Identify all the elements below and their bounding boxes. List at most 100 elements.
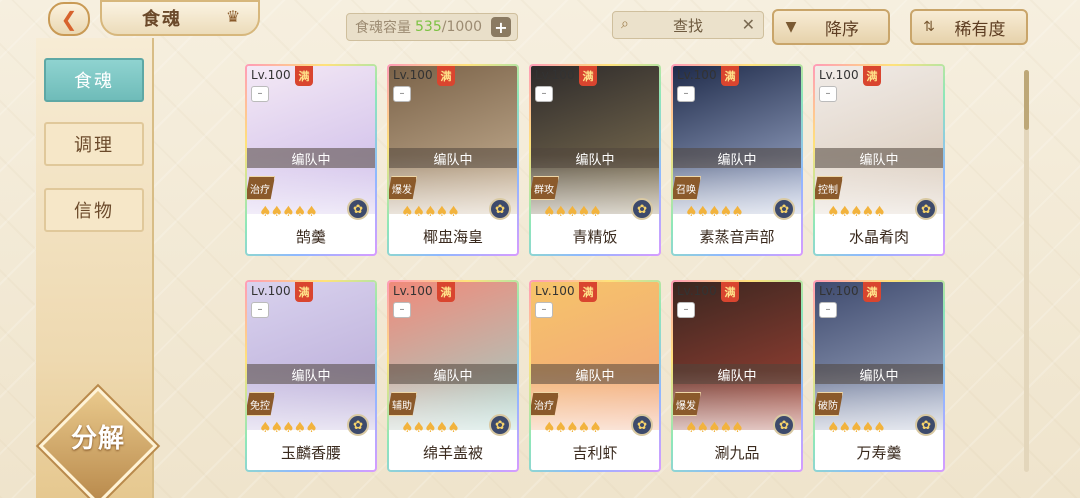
role-badge: 治疗 xyxy=(247,176,275,200)
star-rating: ♠♠♠♠♠ xyxy=(543,420,602,436)
food-soul-card[interactable]: Lv.100 满 – 编队中 破防 ♠♠♠♠♠ ✿ 万寿羹 xyxy=(813,280,945,472)
star-rating: ♠♠♠♠♠ xyxy=(259,204,318,220)
sort-rarity-button[interactable]: ⇅ 稀有度 xyxy=(910,9,1028,45)
decompose-label[interactable]: 分解 xyxy=(56,418,140,454)
page-title: 食魂 xyxy=(142,9,182,30)
in-team-label: 编队中 xyxy=(389,364,517,384)
lock-icon[interactable]: – xyxy=(535,302,553,318)
role-badge: 免控 xyxy=(247,392,275,416)
in-team-label: 编队中 xyxy=(815,148,943,168)
lock-icon[interactable]: – xyxy=(251,302,269,318)
sidebar-tab-cuisine[interactable]: 调理 xyxy=(44,122,144,166)
role-badge: 辅助 xyxy=(389,392,417,416)
food-soul-card[interactable]: Lv.100 满 – 编队中 爆发 ♠♠♠♠♠ ✿ 涮九品 xyxy=(671,280,803,472)
level-label: Lv.100 xyxy=(677,68,717,82)
role-badge: 治疗 xyxy=(531,392,559,416)
lock-icon[interactable]: – xyxy=(393,86,411,102)
element-icon: ✿ xyxy=(347,198,369,220)
lock-icon[interactable]: – xyxy=(535,86,553,102)
capacity-current: 535 xyxy=(415,19,442,35)
character-name: 青精饭 xyxy=(531,220,659,252)
food-soul-card[interactable]: Lv.100 满 – 编队中 爆发 ♠♠♠♠♠ ✿ 椰盅海皇 xyxy=(387,64,519,256)
triangle-down-icon: ▼ xyxy=(785,19,797,35)
in-team-label: 编队中 xyxy=(531,148,659,168)
search-button[interactable]: ⌕ 查找 ✕ xyxy=(612,11,764,39)
food-soul-card[interactable]: Lv.100 满 – 编队中 治疗 ♠♠♠♠♠ ✿ 吉利虾 xyxy=(529,280,661,472)
food-soul-card[interactable]: Lv.100 满 – 编队中群攻 ♠♠♠♠♠ ✿ 青精饭 xyxy=(529,64,661,256)
sidebar-tab-label: 食魂 xyxy=(74,71,114,92)
character-name: 涮九品 xyxy=(673,436,801,468)
food-soul-card[interactable]: Lv.100 满 – 编队中 控制 ♠♠♠♠♠ ✿ 水晶肴肉 xyxy=(813,64,945,256)
star-rating: ♠♠♠♠♠ xyxy=(685,204,744,220)
sort-order-label: 降序 xyxy=(825,19,859,40)
element-icon: ✿ xyxy=(631,414,653,436)
clear-icon[interactable]: ✕ xyxy=(742,15,755,34)
star-rating: ♠♠♠♠♠ xyxy=(543,204,602,220)
in-team-label: 编队中 xyxy=(673,148,801,168)
sidebar-tab-food-soul[interactable]: 食魂 xyxy=(44,58,144,102)
sidebar-tab-label: 信物 xyxy=(74,201,114,222)
element-icon: ✿ xyxy=(347,414,369,436)
swap-icon: ⇅ xyxy=(923,19,935,35)
in-team-label: 编队中 xyxy=(247,148,375,168)
character-name: 椰盅海皇 xyxy=(389,220,517,252)
top-bar: ❮ 食魂 ♛ 食魂容量 535 /1000 + ⌕ 查找 ✕ ▼ 降序 ⇅ 稀有… xyxy=(0,0,1080,52)
level-label: Lv.100 xyxy=(535,68,575,82)
lock-icon[interactable]: – xyxy=(393,302,411,318)
food-soul-card[interactable]: Lv.100 满 – 编队中 治疗 ♠♠♠♠♠ ✿ 鹄羹 xyxy=(245,64,377,256)
lock-icon[interactable]: – xyxy=(677,302,695,318)
character-name: 玉麟香腰 xyxy=(247,436,375,468)
capacity-label: 食魂容量 xyxy=(355,20,411,36)
level-label: Lv.100 xyxy=(819,284,859,298)
max-level-badge: 满 xyxy=(721,66,739,86)
in-team-label: 编队中 xyxy=(815,364,943,384)
back-button[interactable]: ❮ xyxy=(48,2,90,36)
max-level-badge: 满 xyxy=(295,66,313,86)
food-soul-card[interactable]: Lv.100 满 – 编队中 免控 ♠♠♠♠♠ ✿ 玉麟香腰 xyxy=(245,280,377,472)
character-name: 绵羊盖被 xyxy=(389,436,517,468)
food-soul-card[interactable]: Lv.100 满 – 编队中 召唤 ♠♠♠♠♠ ✿ 素蒸音声部 xyxy=(671,64,803,256)
role-badge: 爆发 xyxy=(673,392,701,416)
star-rating: ♠♠♠♠♠ xyxy=(259,420,318,436)
level-label: Lv.100 xyxy=(819,68,859,82)
level-label: Lv.100 xyxy=(251,284,291,298)
sort-rarity-label: 稀有度 xyxy=(954,19,1006,40)
character-name: 素蒸音声部 xyxy=(673,220,801,252)
role-badge: 破防 xyxy=(815,392,843,416)
lock-icon[interactable]: – xyxy=(819,86,837,102)
max-level-badge: 满 xyxy=(437,282,455,302)
sidebar-tab-label: 调理 xyxy=(74,135,114,156)
food-soul-grid: Lv.100 满 – 编队中 治疗 ♠♠♠♠♠ ✿ 鹄羹 Lv.100 满 – 编队中 爆发 ♠♠♠♠♠ ✿… xyxy=(245,64,945,474)
max-level-badge: 满 xyxy=(579,66,597,86)
capacity-max: /1000 xyxy=(441,19,483,35)
sidebar-tab-token[interactable]: 信物 xyxy=(44,188,144,232)
max-level-badge: 满 xyxy=(863,282,881,302)
max-level-badge: 满 xyxy=(721,282,739,302)
level-label: Lv.100 xyxy=(535,284,575,298)
star-rating: ♠♠♠♠♠ xyxy=(401,420,460,436)
element-icon: ✿ xyxy=(489,414,511,436)
lock-icon[interactable]: – xyxy=(677,86,695,102)
element-icon: ✿ xyxy=(773,198,795,220)
role-badge: 控制 xyxy=(815,176,843,200)
scrollbar-thumb[interactable] xyxy=(1024,70,1029,130)
max-level-badge: 满 xyxy=(863,66,881,86)
in-team-label: 编队中 xyxy=(247,364,375,384)
food-soul-card[interactable]: Lv.100 满 – 编队中 辅助 ♠♠♠♠♠ ✿ 绵羊盖被 xyxy=(387,280,519,472)
lock-icon[interactable]: – xyxy=(819,302,837,318)
expand-capacity-button[interactable]: + xyxy=(491,17,511,37)
search-icon: ⌕ xyxy=(621,16,629,32)
level-label: Lv.100 xyxy=(251,68,291,82)
element-icon: ✿ xyxy=(773,414,795,436)
level-label: Lv.100 xyxy=(393,68,433,82)
sort-order-button[interactable]: ▼ 降序 xyxy=(772,9,890,45)
role-badge: 群攻 xyxy=(531,176,559,200)
crown-icon[interactable]: ♛ xyxy=(222,8,244,26)
lock-icon[interactable]: – xyxy=(251,86,269,102)
star-rating: ♠♠♠♠♠ xyxy=(401,204,460,220)
star-rating: ♠♠♠♠♠ xyxy=(827,204,886,220)
element-icon: ✿ xyxy=(915,198,937,220)
level-label: Lv.100 xyxy=(677,284,717,298)
scrollbar[interactable] xyxy=(1024,70,1029,472)
element-icon: ✿ xyxy=(631,198,653,220)
